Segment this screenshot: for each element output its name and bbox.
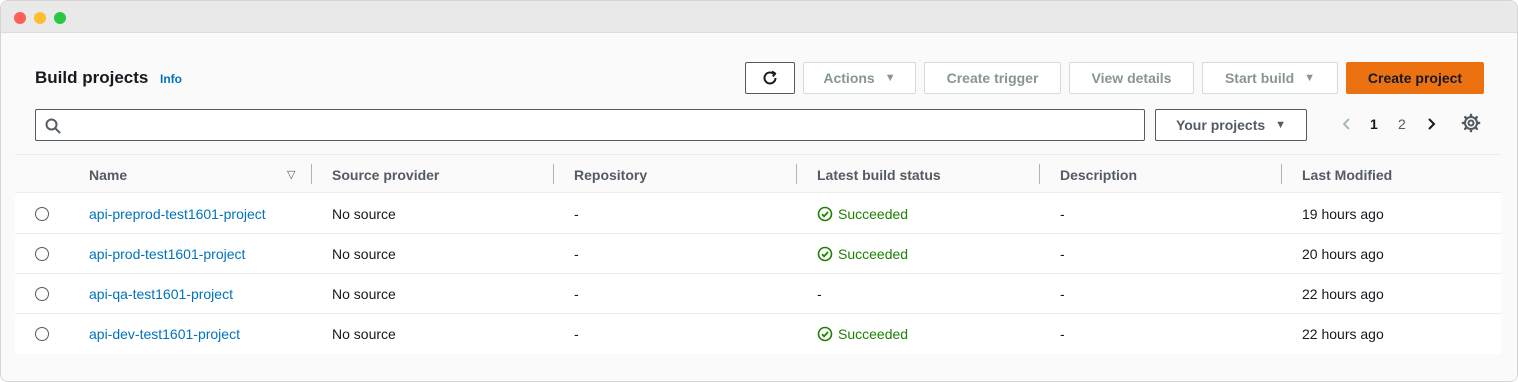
repository-cell: - (574, 246, 579, 262)
column-divider[interactable] (1039, 164, 1040, 184)
sort-descending-icon[interactable]: ▽ (287, 168, 295, 181)
gear-icon[interactable] (1461, 113, 1481, 133)
table-row[interactable]: api-dev-test1601-project No source - Suc… (15, 314, 1501, 354)
build-projects-panel: Build projects Info Actions ▼ Create tri… (1, 33, 1517, 381)
column-divider[interactable] (796, 164, 797, 184)
table-row[interactable]: api-preprod-test1601-project No source -… (15, 194, 1501, 234)
column-header-last-modified[interactable]: Last Modified (1302, 167, 1392, 183)
last-modified-cell: 22 hours ago (1302, 286, 1384, 302)
description-cell: - (1060, 286, 1065, 302)
repository-cell: - (574, 286, 579, 302)
last-modified-cell: 19 hours ago (1302, 206, 1384, 222)
info-link[interactable]: Info (160, 72, 182, 86)
build-status-label: Succeeded (838, 206, 909, 222)
projects-table: Name ▽ Source provider Repository Latest… (15, 154, 1501, 354)
create-project-button[interactable]: Create project (1346, 62, 1484, 94)
source-provider-cell: No source (332, 206, 396, 222)
caret-down-icon: ▼ (884, 72, 896, 84)
chevron-left-icon (1342, 118, 1350, 130)
repository-cell: - (574, 206, 579, 222)
project-name-link[interactable]: api-qa-test1601-project (89, 286, 233, 302)
last-modified-cell: 20 hours ago (1302, 246, 1384, 262)
actions-button[interactable]: Actions ▼ (803, 62, 916, 94)
description-cell: - (1060, 326, 1065, 342)
source-provider-cell: No source (332, 246, 396, 262)
last-modified-cell: 22 hours ago (1302, 326, 1384, 342)
start-build-button[interactable]: Start build ▼ (1202, 62, 1338, 94)
build-status-cell: Succeeded (817, 206, 908, 222)
table-row[interactable]: api-prod-test1601-project No source - Su… (15, 234, 1501, 274)
caret-down-icon: ▼ (1304, 72, 1316, 84)
refresh-icon (763, 70, 777, 85)
column-divider[interactable] (1281, 164, 1282, 184)
column-header-source-provider[interactable]: Source provider (332, 167, 439, 183)
column-header-repository[interactable]: Repository (574, 167, 647, 183)
source-provider-cell: No source (332, 326, 396, 342)
actions-label: Actions (823, 70, 875, 86)
search-input[interactable] (35, 109, 1145, 141)
build-status-label: Succeeded (838, 326, 909, 342)
table-row[interactable]: api-qa-test1601-project No source - - - … (15, 274, 1501, 314)
build-status-cell: Succeeded (817, 326, 908, 342)
minimize-window-button[interactable] (34, 12, 46, 24)
maximize-window-button[interactable] (54, 12, 66, 24)
page-title: Build projects (35, 68, 149, 87)
table-header: Name ▽ Source provider Repository Latest… (15, 154, 1501, 193)
chevron-right-icon (1428, 118, 1436, 130)
build-status-cell: - (817, 286, 822, 302)
column-header-name[interactable]: Name (89, 167, 127, 183)
window-titlebar (1, 1, 1517, 33)
close-window-button[interactable] (14, 12, 26, 24)
row-select-radio[interactable] (35, 247, 49, 261)
page-1-button[interactable]: 1 (1370, 113, 1378, 135)
description-cell: - (1060, 246, 1065, 262)
project-name-link[interactable]: api-prod-test1601-project (89, 246, 245, 262)
next-page-button[interactable] (1425, 113, 1437, 135)
repository-cell: - (574, 326, 579, 342)
description-cell: - (1060, 206, 1065, 222)
column-divider[interactable] (311, 164, 312, 184)
previous-page-button[interactable] (1341, 113, 1353, 135)
project-name-link[interactable]: api-dev-test1601-project (89, 326, 240, 342)
create-trigger-button[interactable]: Create trigger (924, 62, 1061, 94)
row-select-radio[interactable] (35, 207, 49, 221)
row-select-radio[interactable] (35, 287, 49, 301)
column-header-latest-build-status[interactable]: Latest build status (817, 167, 941, 183)
view-details-button[interactable]: View details (1069, 62, 1194, 94)
column-header-description[interactable]: Description (1060, 167, 1137, 183)
projects-filter-dropdown[interactable]: Your projects ▼ (1155, 109, 1307, 141)
start-build-label: Start build (1224, 70, 1295, 86)
search-icon (45, 118, 61, 134)
column-divider[interactable] (553, 164, 554, 184)
page-2-button[interactable]: 2 (1398, 113, 1406, 135)
caret-down-icon: ▼ (1275, 119, 1287, 131)
refresh-button[interactable] (745, 62, 795, 94)
build-status-label: Succeeded (838, 246, 909, 262)
browser-window: Build projects Info Actions ▼ Create tri… (0, 0, 1518, 382)
success-check-icon (817, 246, 833, 262)
filter-label: Your projects (1175, 117, 1266, 133)
row-select-radio[interactable] (35, 327, 49, 341)
success-check-icon (817, 326, 833, 342)
source-provider-cell: No source (332, 286, 396, 302)
project-name-link[interactable]: api-preprod-test1601-project (89, 206, 266, 222)
build-status-cell: Succeeded (817, 246, 908, 262)
success-check-icon (817, 206, 833, 222)
